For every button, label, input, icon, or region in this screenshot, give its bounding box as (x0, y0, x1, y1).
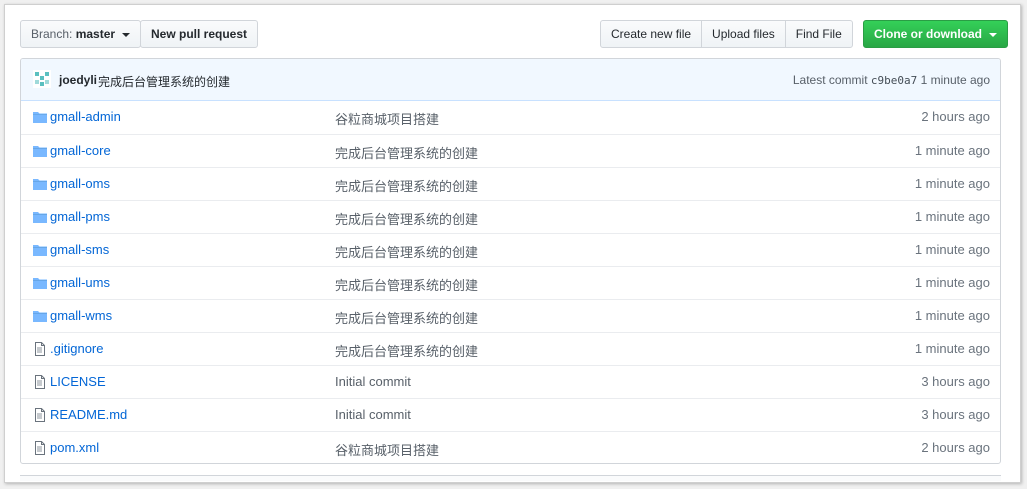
commit-age: 1 minute ago (914, 176, 990, 191)
table-row: gmall-sms 完成后台管理系统的创建 1 minute ago (21, 233, 1000, 266)
folder-icon (32, 309, 48, 323)
commit-age: 2 hours ago (921, 109, 990, 124)
table-row: .gitignore 完成后台管理系统的创建 1 minute ago (21, 332, 1000, 365)
latest-commit-bar: joedyli 完成后台管理系统的创建 Latest commit c9be0a… (21, 59, 1000, 101)
file-name-link[interactable]: gmall-ums (50, 275, 110, 290)
commit-message-link[interactable]: 完成后台管理系统的创建 (335, 209, 478, 228)
commit-age: 1 minute ago (914, 209, 990, 224)
chevron-down-icon (989, 32, 998, 37)
chevron-down-icon (122, 32, 131, 37)
clone-or-download-label: Clone or download (874, 27, 982, 41)
branch-name: master (75, 27, 116, 41)
upload-files-button[interactable]: Upload files (701, 20, 786, 48)
file-list: joedyli 完成后台管理系统的创建 Latest commit c9be0a… (20, 58, 1001, 464)
file-name-link[interactable]: gmall-wms (50, 308, 112, 323)
folder-icon (32, 276, 48, 290)
commit-age: 1 minute ago (914, 341, 990, 356)
commit-message-link[interactable]: 完成后台管理系统的创建 (335, 308, 478, 327)
file-rows: gmall-admin 谷粒商城项目搭建 2 hours ago gmall-core… (21, 101, 1000, 463)
commit-message-link[interactable]: 谷粒商城项目搭建 (335, 109, 439, 128)
table-row: gmall-wms 完成后台管理系统的创建 1 minute ago (21, 299, 1000, 332)
file-name-link[interactable]: gmall-pms (50, 209, 110, 224)
find-file-button[interactable]: Find File (784, 20, 853, 48)
repo-toolbar: Branch: master New pull request Create n… (20, 20, 1009, 48)
commit-message-link[interactable]: 完成后台管理系统的创建 (335, 143, 478, 162)
table-row: README.md Initial commit 3 hours ago (21, 398, 1000, 431)
latest-commit-label: Latest commit (792, 73, 868, 87)
table-row: pom.xml 谷粒商城项目搭建 2 hours ago (21, 431, 1000, 463)
file-name-link[interactable]: .gitignore (50, 341, 103, 356)
window-frame: Branch: master New pull request Create n… (4, 4, 1021, 483)
commit-age: 3 hours ago (921, 407, 990, 422)
file-actions-group: Create new file Upload files Find File (600, 20, 853, 48)
commit-age: 1 minute ago (914, 275, 990, 290)
branch-prefix: Branch: (31, 27, 73, 41)
create-new-file-button[interactable]: Create new file (600, 20, 703, 48)
commit-age: 1 minute ago (914, 308, 990, 323)
new-pull-request-button[interactable]: New pull request (140, 20, 259, 48)
table-row: gmall-ums 完成后台管理系统的创建 1 minute ago (21, 266, 1000, 299)
commit-message-link[interactable]: 完成后台管理系统的创建 (335, 176, 478, 195)
commit-age: 1 minute ago (914, 242, 990, 257)
folder-icon (32, 210, 48, 224)
folder-icon (32, 110, 48, 124)
file-name-link[interactable]: gmall-core (50, 143, 111, 158)
commit-message-link[interactable]: 完成后台管理系统的创建 (98, 73, 230, 90)
commit-message-link[interactable]: 完成后台管理系统的创建 (335, 275, 478, 294)
commit-message-link[interactable]: 完成后台管理系统的创建 (335, 242, 478, 261)
file-icon (32, 342, 48, 356)
table-row: gmall-admin 谷粒商城项目搭建 2 hours ago (21, 101, 1000, 134)
file-name-link[interactable]: pom.xml (50, 440, 99, 455)
commit-message-link[interactable]: Initial commit (335, 374, 411, 389)
table-row: gmall-pms 完成后台管理系统的创建 1 minute ago (21, 200, 1000, 233)
commit-age: 2 hours ago (921, 440, 990, 455)
file-icon (32, 375, 48, 389)
folder-icon (32, 243, 48, 257)
file-icon (32, 408, 48, 422)
file-name-link[interactable]: gmall-sms (50, 242, 109, 257)
commit-age: 3 hours ago (921, 374, 990, 389)
commit-age: 1 minute ago (914, 143, 990, 158)
clone-or-download-button[interactable]: Clone or download (863, 20, 1009, 48)
file-name-link[interactable]: LICENSE (50, 374, 106, 389)
commit-sha-link[interactable]: c9be0a7 (871, 74, 917, 87)
commit-author-link[interactable]: joedyli (59, 73, 97, 87)
commit-message-link[interactable]: Initial commit (335, 407, 411, 422)
latest-commit-info: Latest commit c9be0a7 1 minute ago (793, 73, 990, 87)
table-row: gmall-core 完成后台管理系统的创建 1 minute ago (21, 134, 1000, 167)
table-row: gmall-oms 完成后台管理系统的创建 1 minute ago (21, 167, 1000, 200)
file-name-link[interactable]: gmall-admin (50, 109, 121, 124)
file-icon (32, 441, 48, 455)
table-row: LICENSE Initial commit 3 hours ago (21, 365, 1000, 398)
avatar[interactable] (33, 70, 51, 88)
folder-icon (32, 177, 48, 191)
file-name-link[interactable]: gmall-oms (50, 176, 110, 191)
folder-icon (32, 144, 48, 158)
commit-message-link[interactable]: 谷粒商城项目搭建 (335, 440, 439, 459)
branch-select-button[interactable]: Branch: master (20, 20, 142, 48)
readme-header-edge (20, 475, 1001, 481)
commit-age: 1 minute ago (920, 73, 990, 87)
file-name-link[interactable]: README.md (50, 407, 127, 422)
commit-message-link[interactable]: 完成后台管理系统的创建 (335, 341, 478, 360)
